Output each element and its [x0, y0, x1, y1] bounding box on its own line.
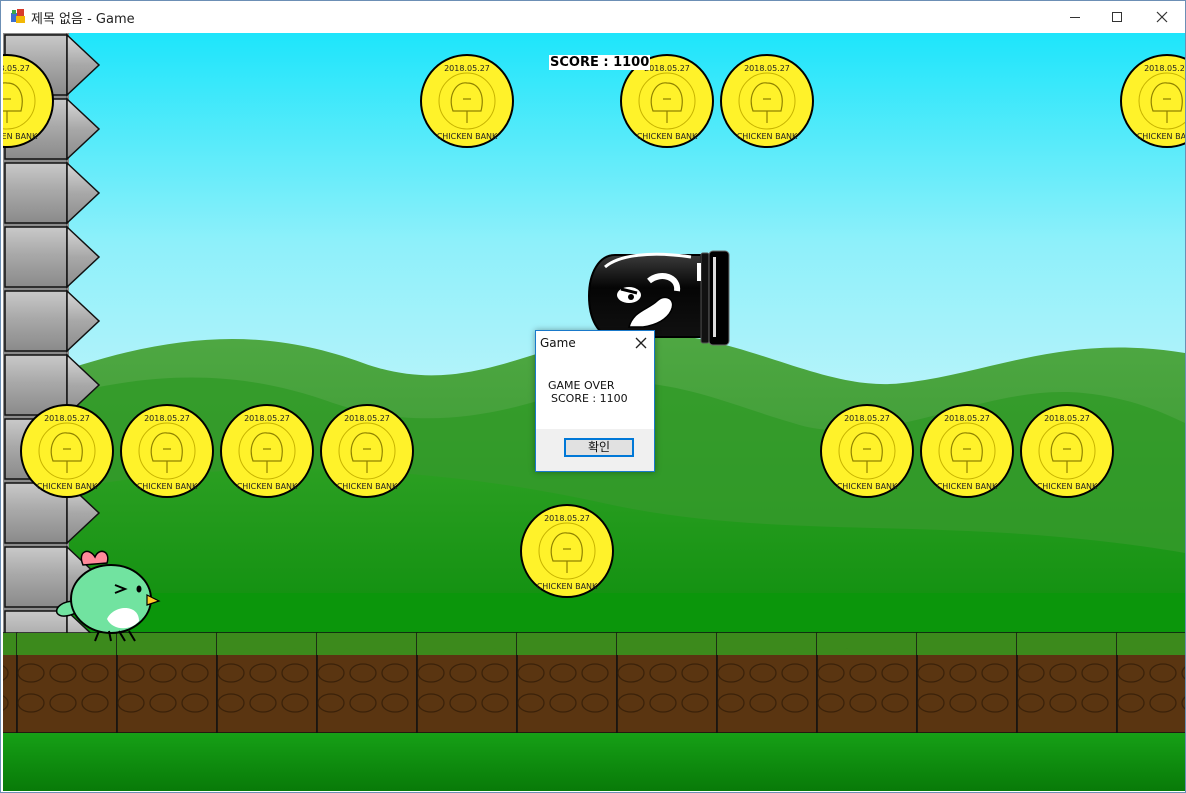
coin: 2018.05.27 CHICKEN BANK	[520, 504, 614, 598]
coin: 2018.05.27 CHICKEN BANK	[420, 54, 514, 148]
coin: 2018.05.27 CHICKEN BANK	[820, 404, 914, 498]
ground-tile	[116, 632, 218, 734]
coin: 2018.05.27 CHICKEN BANK	[1020, 404, 1114, 498]
coin-date-text: 2018.05.27	[344, 414, 390, 423]
coin-date-text: 2018.05.27	[44, 414, 90, 423]
app-icon	[11, 9, 25, 23]
coin-bank-text: CHICKEN BANK	[737, 132, 798, 141]
dialog-footer: 확인	[536, 429, 654, 471]
coin-bank-text: CHICKEN BANK	[837, 482, 898, 491]
coin-date-text: 2018.05.27	[1144, 64, 1185, 73]
minimize-icon	[1070, 16, 1080, 18]
ground-tile	[516, 632, 618, 734]
coin-bank-text: CHICKEN BANK	[237, 482, 298, 491]
coin-bank-text: CHICKEN BANK	[437, 132, 498, 141]
coin: 2018.05.27 CHICKEN BANK	[120, 404, 214, 498]
close-button[interactable]	[1139, 1, 1185, 32]
coin-date-text: 2018.05.27	[244, 414, 290, 423]
game-window: 제목 없음 - Game 2018.05.27 CHICKEN BANK 201…	[0, 0, 1186, 793]
ground-tile	[16, 632, 118, 734]
window-title: 제목 없음 - Game	[31, 12, 135, 27]
coin-bank-text: CHICKEN BANK	[37, 482, 98, 491]
ground-base	[3, 733, 1185, 791]
coin-date-text: 2018.05.27	[144, 414, 190, 423]
title-bar[interactable]: 제목 없음 - Game	[1, 1, 1185, 32]
score-display: SCORE : 1100	[549, 55, 651, 70]
coin-date-text: 2018.05.27	[744, 64, 790, 73]
coin-bank-text: CHICKEN BANK	[1137, 132, 1185, 141]
close-icon	[1156, 11, 1168, 22]
coin-date-text: 2018.05.27	[444, 64, 490, 73]
coin-date-text: 2018.05.27	[1044, 414, 1090, 423]
coin-bank-text: CHICKEN BANK	[937, 482, 998, 491]
coin: 2018.05.27 CHICKEN BANK	[720, 54, 814, 148]
dialog-close-icon[interactable]	[634, 336, 648, 350]
coin: 2018.05.27 CHICKEN BANK	[20, 404, 114, 498]
ok-button[interactable]: 확인	[564, 438, 634, 457]
coin: 2018.05.27 CHICKEN BANK	[920, 404, 1014, 498]
coin-bank-text: CHICKEN BANK	[137, 482, 198, 491]
coin-date-text: 2018.05.27	[3, 64, 30, 73]
coin-date-text: 2018.05.27	[544, 514, 590, 523]
ground-tile	[3, 632, 18, 734]
ground-tile	[616, 632, 718, 734]
ground-tile	[816, 632, 918, 734]
coin-date-text: 2018.05.27	[844, 414, 890, 423]
maximize-button[interactable]	[1094, 1, 1140, 32]
coin-date-text: 2018.05.27	[644, 64, 690, 73]
ground-tile	[716, 632, 818, 734]
ground-tile	[316, 632, 418, 734]
coin-date-text: 2018.05.27	[944, 414, 990, 423]
coin: 2018.05.27 CHICKEN BANK	[220, 404, 314, 498]
game-over-dialog: Game GAME OVER SCORE : 1100 확인	[535, 330, 655, 472]
coin: 2018.05.27 CHICKEN BANK	[320, 404, 414, 498]
dialog-message-line1: GAME OVER	[548, 379, 615, 392]
coin-bank-text: CHICKEN BANK	[337, 482, 398, 491]
ground-tile	[416, 632, 518, 734]
coin-bank-text: CHICKEN BANK	[1037, 482, 1098, 491]
coin-bank-text: CHICKEN BANK	[3, 132, 38, 141]
ground-tile	[216, 632, 318, 734]
maximize-icon	[1112, 11, 1122, 22]
coin-bank-text: CHICKEN BANK	[637, 132, 698, 141]
ground-tile	[916, 632, 1018, 734]
dialog-title: Game	[540, 336, 576, 350]
ground-tile	[1016, 632, 1118, 734]
minimize-button[interactable]	[1052, 1, 1098, 32]
coin-bank-text: CHICKEN BANK	[537, 582, 598, 591]
dialog-message-line2: SCORE : 1100	[551, 392, 628, 405]
ground-tile	[1116, 632, 1185, 734]
ground-tiles	[3, 632, 1185, 734]
